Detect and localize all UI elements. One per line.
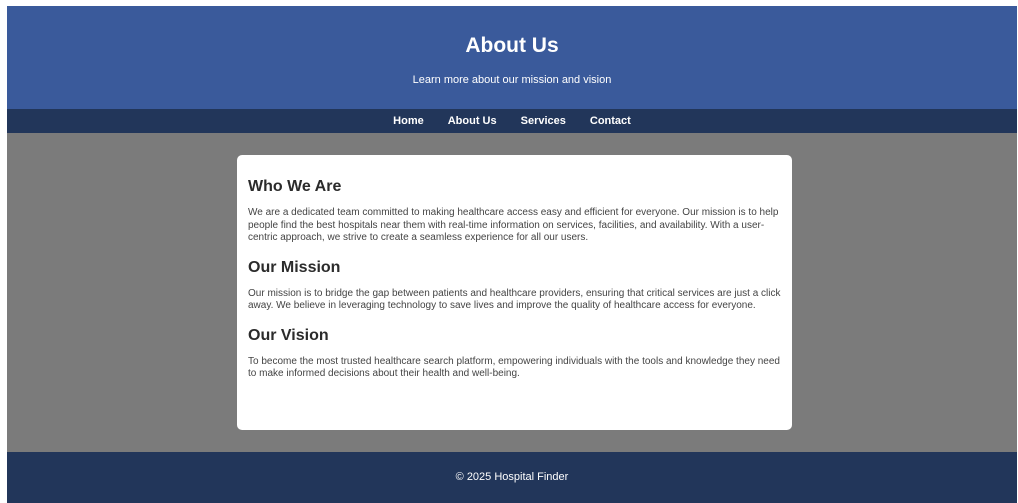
page-footer: © 2025 Hospital Finder (7, 452, 1017, 503)
page-subtitle: Learn more about our mission and vision (412, 74, 612, 86)
about-content-card: Who We Are We are a dedicated team commi… (237, 155, 792, 430)
page-title: About Us (465, 34, 559, 57)
section-heading: Who We Are (248, 178, 342, 195)
section-heading: Our Vision (248, 326, 329, 344)
main-navigation: Home About Us Services Contact (7, 109, 1017, 133)
section-our-mission: Our Mission Our mission is to bridge the… (248, 258, 781, 313)
nav-link-contact[interactable]: Contact (590, 109, 631, 133)
nav-link-services[interactable]: Services (521, 109, 566, 133)
section-who-we-are: Who We Are We are a dedicated team commi… (248, 177, 781, 245)
nav-link-home[interactable]: Home (393, 109, 424, 133)
section-body: We are a dedicated team committed to mak… (248, 207, 779, 243)
copyright-text: © 2025 Hospital Finder (455, 471, 569, 483)
section-body: To become the most trusted healthcare se… (248, 355, 780, 380)
section-body: Our mission is to bridge the gap between… (248, 287, 781, 312)
section-heading: Our Mission (248, 258, 341, 276)
page-viewport: About Us Learn more about our mission an… (7, 6, 1017, 503)
page-header: About Us Learn more about our mission an… (7, 6, 1017, 109)
nav-link-about-us[interactable]: About Us (448, 109, 497, 133)
section-our-vision: Our Vision To become the most trusted he… (248, 326, 781, 381)
